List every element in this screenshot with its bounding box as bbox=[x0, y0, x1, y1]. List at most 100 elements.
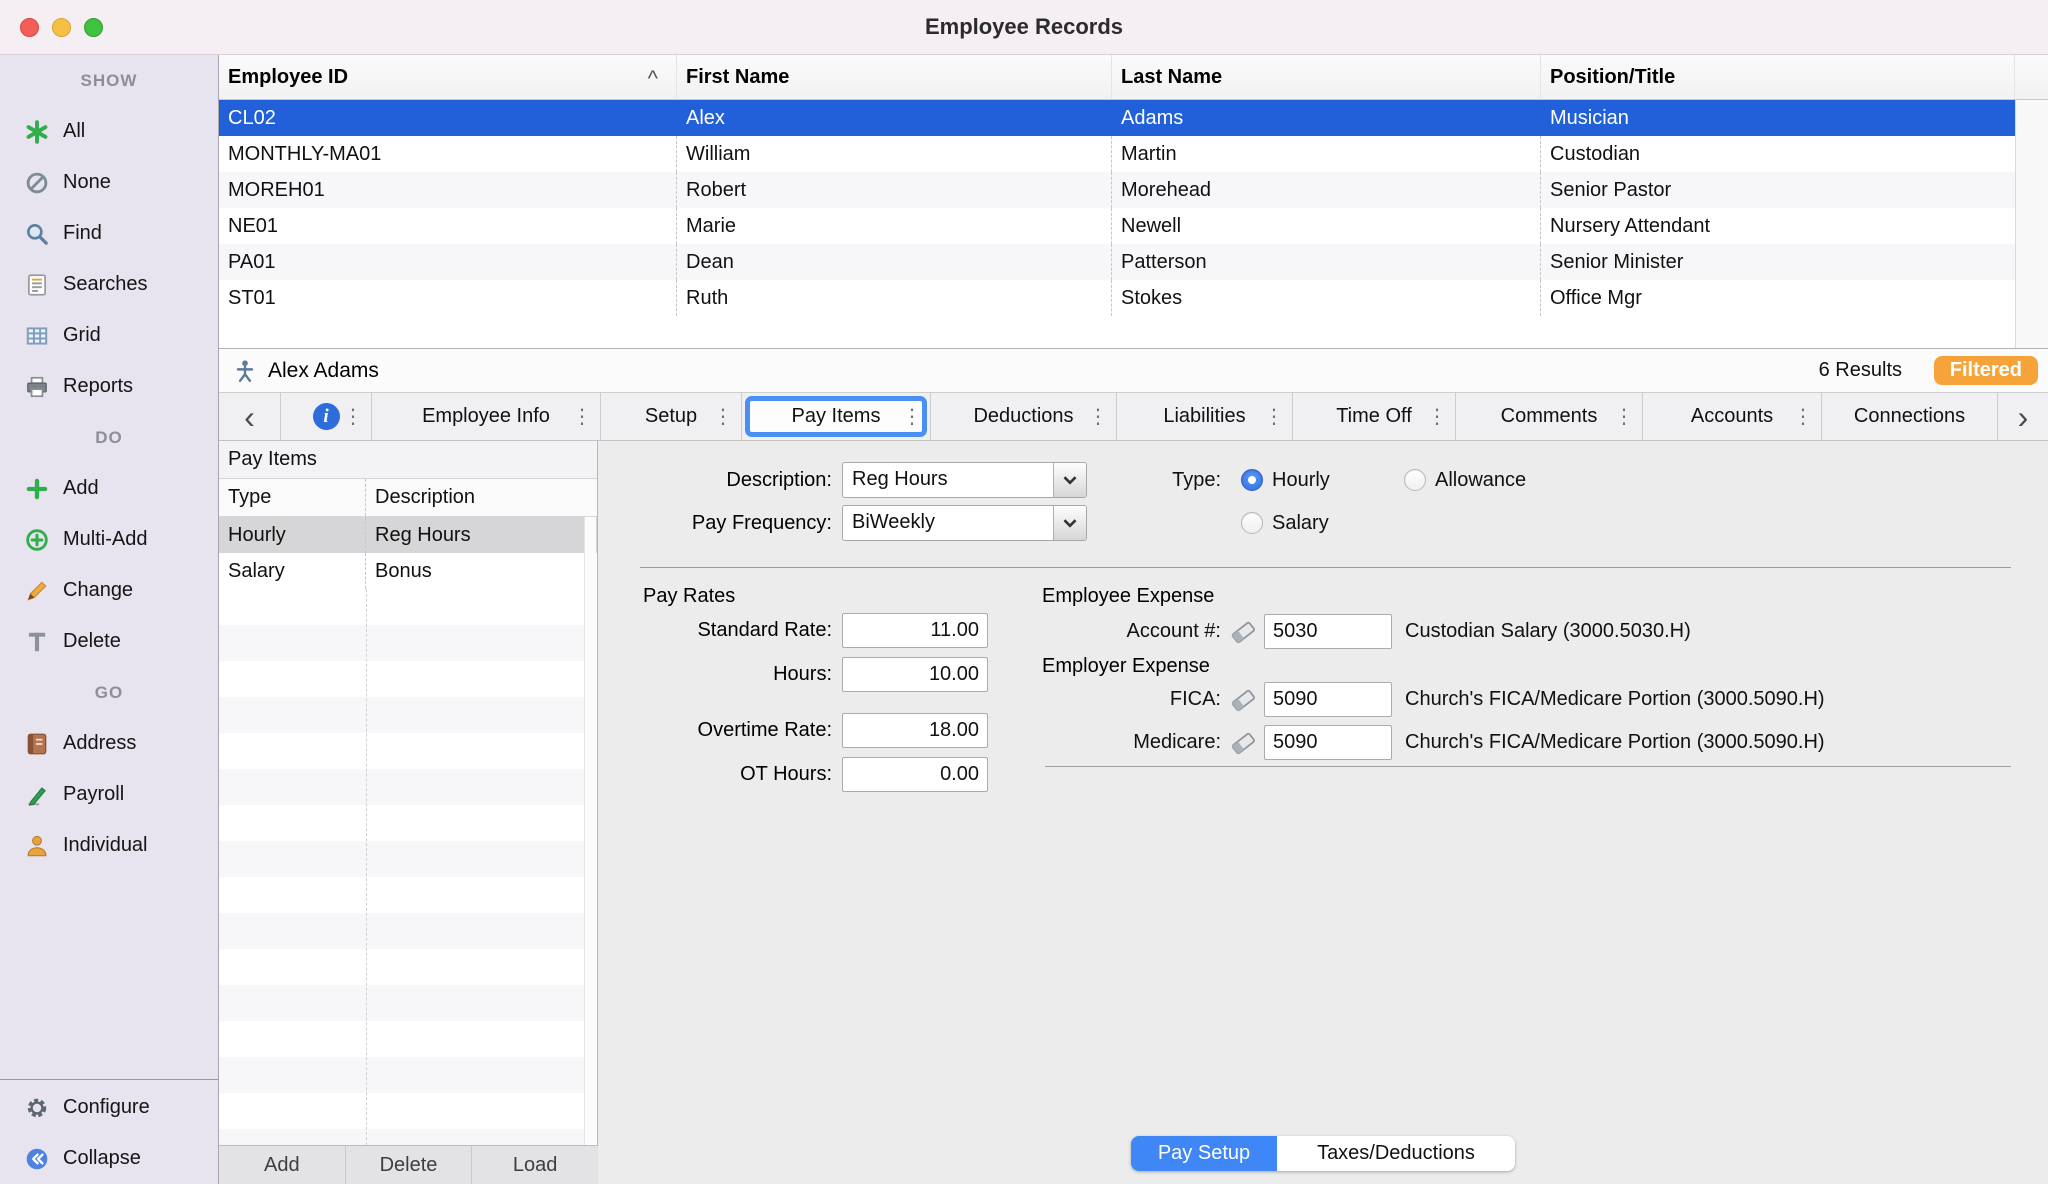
employee-row-ne01[interactable]: NE01MarieNewellNursery Attendant bbox=[219, 208, 2048, 244]
tab-info[interactable]: ⋮ bbox=[281, 393, 372, 440]
tab-setup[interactable]: Setup⋮ bbox=[601, 393, 742, 440]
tab-menu-dots-icon[interactable]: ⋮ bbox=[572, 407, 592, 427]
sidebar-item-all[interactable]: All bbox=[0, 106, 218, 157]
close-window-button[interactable] bbox=[20, 18, 39, 37]
radio-hourly[interactable] bbox=[1241, 469, 1263, 491]
tab-label: Deductions bbox=[973, 405, 1073, 428]
eraser-icon[interactable] bbox=[1228, 728, 1258, 758]
employee-cell: Musician bbox=[1541, 100, 2015, 136]
tab-accounts[interactable]: Accounts⋮ bbox=[1643, 393, 1822, 440]
tab-pay-items[interactable]: Pay Items⋮ bbox=[742, 393, 931, 440]
pay-items-scrollbar[interactable] bbox=[584, 517, 596, 1145]
sidebar-item-payroll[interactable]: Payroll bbox=[0, 769, 218, 820]
radio-salary[interactable] bbox=[1241, 512, 1263, 534]
tab-employee-info[interactable]: Employee Info⋮ bbox=[372, 393, 601, 440]
pay-item-row-salary[interactable]: SalaryBonus bbox=[219, 553, 597, 589]
sidebar-item-searches[interactable]: Searches bbox=[0, 259, 218, 310]
pay-item-row-hourly[interactable]: HourlyReg Hours bbox=[219, 517, 597, 553]
medicare-account-input[interactable]: 5090 bbox=[1264, 725, 1392, 760]
tab-menu-dots-icon[interactable]: ⋮ bbox=[1088, 407, 1108, 427]
pencil-icon bbox=[23, 577, 51, 605]
employee-row-st01[interactable]: ST01RuthStokesOffice Mgr bbox=[219, 280, 2048, 316]
delete-pay-item-button[interactable]: Delete bbox=[346, 1146, 473, 1184]
radio-option-hourly[interactable]: Hourly bbox=[1241, 462, 1330, 498]
sidebar-item-change[interactable]: Change bbox=[0, 565, 218, 616]
tab-menu-dots-icon[interactable]: ⋮ bbox=[1427, 407, 1447, 427]
sidebar-item-grid[interactable]: Grid bbox=[0, 310, 218, 361]
column-header-employee-id[interactable]: Employee ID^ bbox=[219, 55, 677, 99]
employee-row-monthly-ma01[interactable]: MONTHLY-MA01WilliamMartinCustodian bbox=[219, 136, 2048, 172]
tab-scroll-back-button[interactable] bbox=[219, 393, 281, 440]
load-pay-item-button[interactable]: Load bbox=[472, 1146, 598, 1184]
radio-option-allowance[interactable]: Allowance bbox=[1404, 462, 1526, 498]
sidebar-item-add[interactable]: Add bbox=[0, 463, 218, 514]
sidebar-item-configure[interactable]: Configure bbox=[0, 1082, 218, 1133]
pay-items-type-column-header[interactable]: Type bbox=[219, 479, 366, 516]
zoom-window-button[interactable] bbox=[84, 18, 103, 37]
tab-menu-dots-icon[interactable]: ⋮ bbox=[1793, 407, 1813, 427]
description-dropdown[interactable]: Reg Hours bbox=[842, 462, 1087, 498]
overtime-rate-input[interactable]: 18.00 bbox=[842, 713, 988, 748]
employee-cell: Morehead bbox=[1112, 172, 1541, 208]
add-pay-item-button[interactable]: Add bbox=[219, 1146, 346, 1184]
pay-items-panel-title: Pay Items bbox=[219, 441, 597, 479]
tab-scroll-forward-button[interactable] bbox=[1998, 393, 2048, 440]
sidebar-item-delete[interactable]: Delete bbox=[0, 616, 218, 667]
fica-account-input[interactable]: 5090 bbox=[1264, 682, 1392, 717]
sidebar-item-individual[interactable]: Individual bbox=[0, 820, 218, 871]
employee-row-pa01[interactable]: PA01DeanPattersonSenior Minister bbox=[219, 244, 2048, 280]
radio-option-salary[interactable]: Salary bbox=[1241, 505, 1329, 541]
hours-input[interactable]: 10.00 bbox=[842, 657, 988, 692]
minimize-window-button[interactable] bbox=[52, 18, 71, 37]
employee-cell: Senior Minister bbox=[1541, 244, 2015, 280]
tab-menu-dots-icon[interactable]: ⋮ bbox=[902, 407, 922, 427]
column-header-first-name[interactable]: First Name bbox=[677, 55, 1112, 99]
employee-cell: Stokes bbox=[1112, 280, 1541, 316]
pay-items-description-column-header[interactable]: Description bbox=[366, 479, 597, 516]
section-divider bbox=[640, 567, 2011, 568]
employee-table: Employee ID^First NameLast NamePosition/… bbox=[219, 55, 2048, 349]
pay-setup-tab[interactable]: Pay Setup bbox=[1131, 1136, 1277, 1171]
sidebar-sections: SHOWAllNoneFindSearchesGridReportsDOAddM… bbox=[0, 55, 218, 871]
sidebar-item-label: Reports bbox=[63, 375, 133, 398]
eraser-icon[interactable] bbox=[1228, 617, 1258, 647]
field-row-ot-hours: OT Hours:0.00 bbox=[598, 757, 988, 792]
sidebar-item-find[interactable]: Find bbox=[0, 208, 218, 259]
sidebar-item-collapse[interactable]: Collapse bbox=[0, 1133, 218, 1184]
tab-comments[interactable]: Comments⋮ bbox=[1456, 393, 1643, 440]
column-header-last-name[interactable]: Last Name bbox=[1112, 55, 1541, 99]
sidebar-item-reports[interactable]: Reports bbox=[0, 361, 218, 412]
tab-time-off[interactable]: Time Off⋮ bbox=[1293, 393, 1456, 440]
eraser-icon[interactable] bbox=[1228, 685, 1258, 715]
employee-row-cl02[interactable]: CL02AlexAdamsMusician bbox=[219, 100, 2048, 136]
ot-hours-input[interactable]: 0.00 bbox=[842, 757, 988, 792]
pay-frequency-dropdown[interactable]: BiWeekly bbox=[842, 505, 1087, 541]
employee-table-scrollbar[interactable] bbox=[2015, 100, 2048, 348]
sidebar-item-label: Grid bbox=[63, 324, 101, 347]
tab-liabilities[interactable]: Liabilities⋮ bbox=[1117, 393, 1293, 440]
chevron-down-icon[interactable] bbox=[1053, 506, 1086, 540]
tab-menu-dots-icon[interactable]: ⋮ bbox=[343, 407, 363, 427]
tab-menu-dots-icon[interactable]: ⋮ bbox=[1614, 407, 1634, 427]
account-account-input[interactable]: 5030 bbox=[1264, 614, 1392, 649]
radio-allowance[interactable] bbox=[1404, 469, 1426, 491]
employee-cell: NE01 bbox=[219, 208, 677, 244]
magnifier-icon bbox=[23, 220, 51, 248]
tab-menu-dots-icon[interactable]: ⋮ bbox=[1264, 407, 1284, 427]
tab-menu-dots-icon[interactable]: ⋮ bbox=[713, 407, 733, 427]
sidebar-item-none[interactable]: None bbox=[0, 157, 218, 208]
employee-cell: PA01 bbox=[219, 244, 677, 280]
pay-items-body: HourlyReg HoursSalaryBonus bbox=[219, 517, 597, 589]
filtered-badge[interactable]: Filtered bbox=[1934, 356, 2038, 385]
taxes-deductions-tab[interactable]: Taxes/Deductions bbox=[1277, 1136, 1515, 1171]
employee-row-moreh01[interactable]: MOREH01RobertMoreheadSenior Pastor bbox=[219, 172, 2048, 208]
sidebar-item-address[interactable]: Address bbox=[0, 718, 218, 769]
employee-expense-title: Employee Expense bbox=[1042, 585, 1214, 608]
tab-deductions[interactable]: Deductions ⋮ bbox=[931, 393, 1117, 440]
column-header-position-title[interactable]: Position/Title bbox=[1541, 55, 2015, 99]
sidebar-item-multi-add[interactable]: Multi-Add bbox=[0, 514, 218, 565]
fica-label: FICA: bbox=[1042, 688, 1221, 711]
standard-rate-input[interactable]: 11.00 bbox=[842, 613, 988, 648]
pay-item-type: Hourly bbox=[219, 517, 366, 553]
tab-connections[interactable]: Connections bbox=[1822, 393, 1998, 440]
